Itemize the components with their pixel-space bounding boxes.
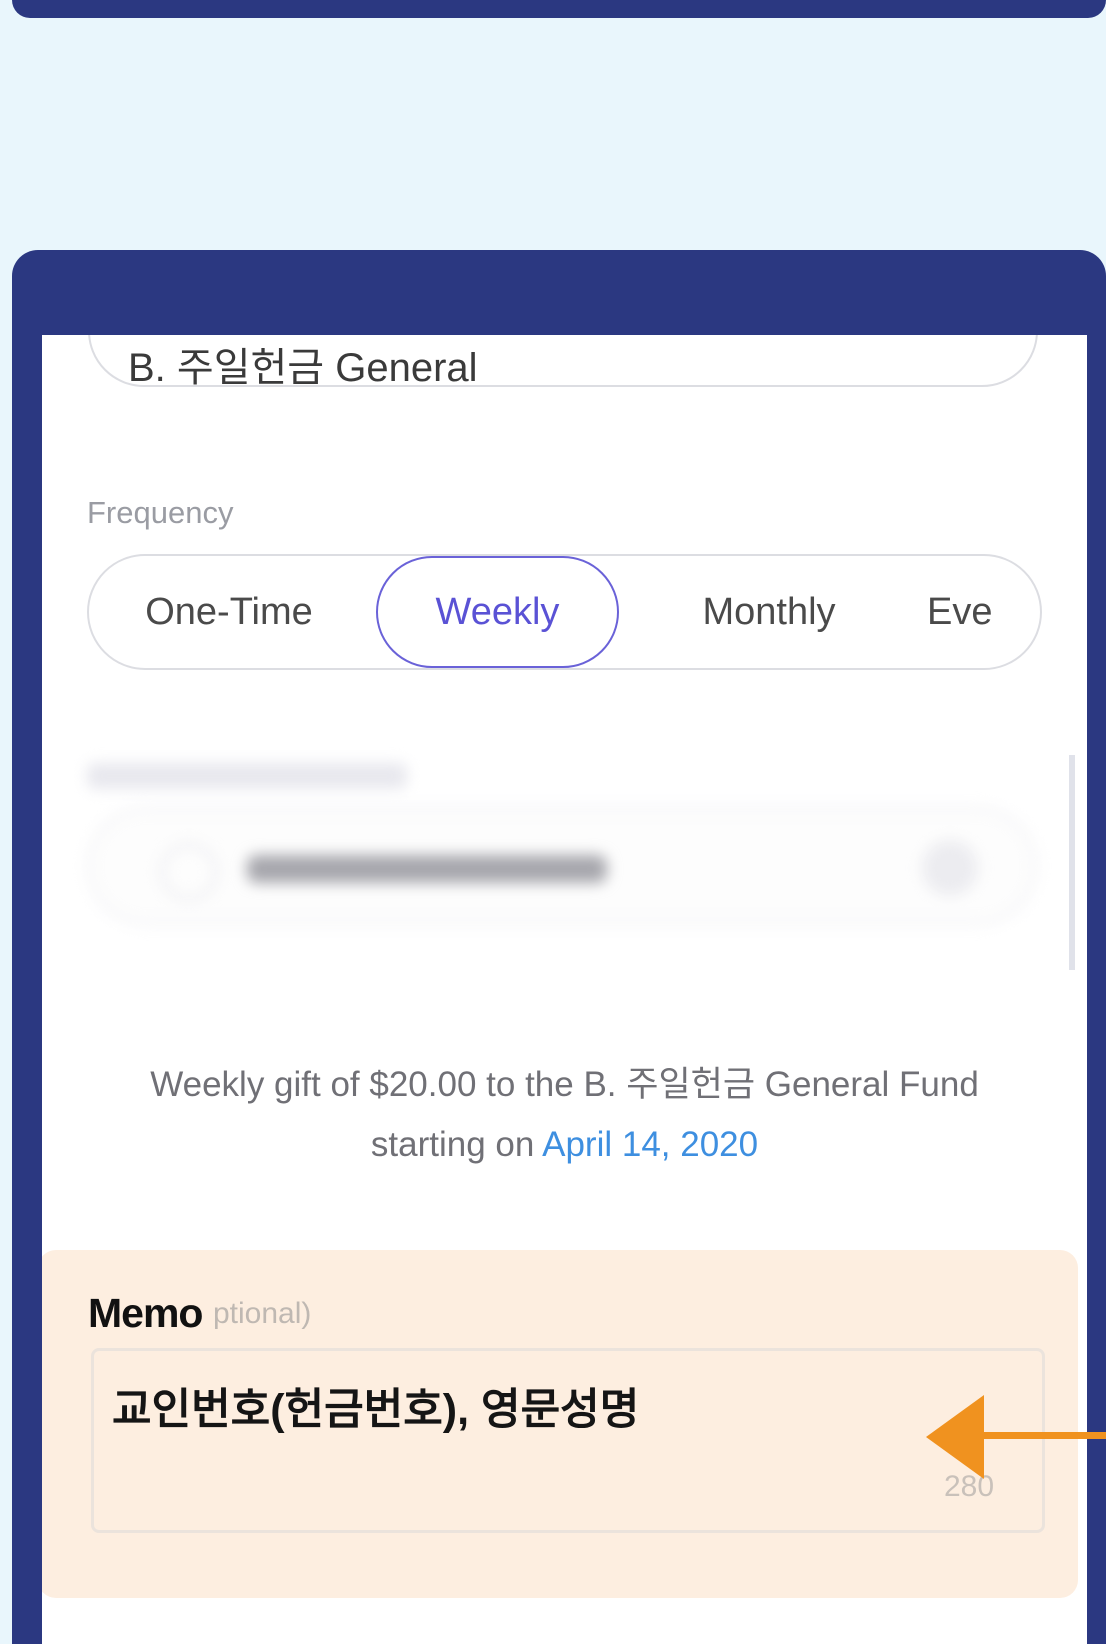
gift-summary-text: Weekly gift of $20.00 to the B. 주일헌금 Gen…: [150, 1065, 979, 1104]
gift-summary-prefix: starting on: [370, 1125, 535, 1164]
blurred-checkbox-icon: [160, 843, 218, 901]
gift-summary-start: starting on April 14, 2020: [82, 1115, 1047, 1175]
memo-optional-hint: ptional): [213, 1297, 312, 1330]
frequency-selector: One-Time Weekly Monthly Eve: [87, 554, 1042, 670]
frequency-label: Frequency: [87, 495, 234, 530]
frequency-option-weekly[interactable]: Weekly: [376, 556, 619, 668]
scrollbar[interactable]: [1069, 755, 1075, 970]
frequency-option-monthly[interactable]: Monthly: [669, 556, 869, 668]
blurred-label: [87, 763, 407, 789]
top-frame-bar: [12, 0, 1106, 18]
fund-select-value: B. 주일헌금 General: [128, 346, 478, 390]
blurred-option-text: [247, 855, 607, 883]
memo-field-value: 교인번호(헌금번호), 영문성명: [112, 1386, 640, 1434]
memo-title: Memo: [88, 1290, 203, 1336]
fund-select[interactable]: B. 주일헌금 General: [88, 335, 1038, 390]
gift-summary: Weekly gift of $20.00 to the B. 주일헌금 Gen…: [82, 1055, 1047, 1175]
arrow-left-icon: [926, 1395, 984, 1479]
start-date-link[interactable]: April 14, 2020: [542, 1125, 758, 1164]
frequency-option-one-time[interactable]: One-Time: [129, 556, 329, 668]
blurred-info-icon: [922, 840, 978, 896]
frequency-option-every[interactable]: Eve: [927, 556, 1040, 668]
